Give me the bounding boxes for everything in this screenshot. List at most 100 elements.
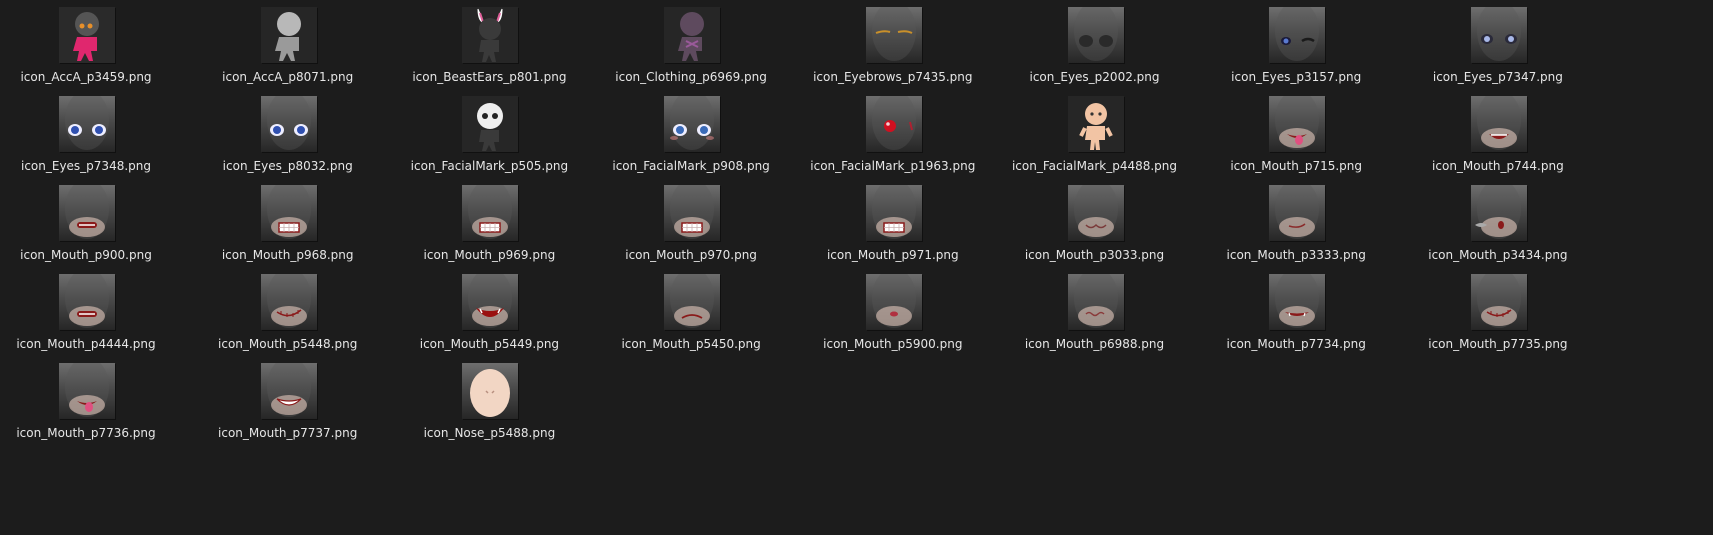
file-thumbnail[interactable] [260, 185, 317, 241]
file-item[interactable]: icon_Mouth_p970.png [593, 178, 789, 268]
file-name-label: icon_FacialMark_p505.png [410, 159, 569, 173]
file-name-label: icon_Mouth_p5448.png [218, 337, 358, 351]
file-item[interactable]: icon_AccA_p8071.png [190, 0, 386, 90]
file-item[interactable]: icon_FacialMark_p4488.png [997, 89, 1193, 179]
file-name-label: icon_Mouth_p5450.png [621, 337, 761, 351]
file-thumbnail[interactable] [59, 274, 115, 330]
file-thumbnail[interactable] [664, 274, 721, 330]
file-thumbnail[interactable] [1470, 96, 1527, 152]
file-item[interactable]: icon_Eyebrows_p7435.png [795, 0, 991, 90]
file-name-label: icon_Mouth_p969.png [423, 248, 556, 262]
file-item[interactable]: icon_Mouth_p968.png [190, 178, 386, 268]
file-name-label: icon_Mouth_p744.png [1432, 159, 1564, 173]
file-thumbnail[interactable] [1067, 274, 1124, 330]
file-name-label: icon_FacialMark_p1963.png [810, 159, 976, 173]
file-thumbnail[interactable] [260, 7, 317, 63]
file-thumbnail[interactable] [462, 7, 519, 63]
file-item[interactable]: icon_Nose_p5488.png [391, 356, 587, 446]
file-thumbnail[interactable] [462, 363, 519, 419]
file-thumbnail[interactable] [1470, 7, 1527, 63]
file-thumbnail[interactable] [865, 274, 922, 330]
file-item[interactable]: icon_FacialMark_p1963.png [795, 89, 991, 179]
file-thumbnail[interactable] [664, 7, 721, 63]
file-item[interactable]: icon_Mouth_p7736.png [0, 356, 184, 446]
file-thumbnail[interactable] [865, 7, 922, 63]
file-item[interactable]: icon_FacialMark_p908.png [593, 89, 789, 179]
file-name-label: icon_Nose_p5488.png [423, 426, 556, 440]
file-thumbnail[interactable] [1067, 185, 1124, 241]
file-item[interactable]: icon_Mouth_p971.png [795, 178, 991, 268]
file-thumbnail[interactable] [865, 185, 922, 241]
file-item[interactable]: icon_FacialMark_p505.png [391, 89, 587, 179]
file-thumbnail[interactable] [664, 185, 721, 241]
file-item[interactable]: icon_Mouth_p7735.png [1400, 267, 1596, 357]
file-name-label: icon_Mouth_p6988.png [1024, 337, 1165, 351]
file-thumbnail[interactable] [59, 185, 115, 241]
file-item[interactable]: icon_Eyes_p7348.png [0, 89, 184, 179]
file-thumbnail[interactable] [1067, 96, 1124, 152]
file-name-label: icon_Mouth_p715.png [1230, 159, 1363, 173]
file-thumbnail[interactable] [260, 363, 317, 419]
file-thumbnail[interactable] [1470, 274, 1527, 330]
file-name-label: icon_Clothing_p6969.png [615, 70, 767, 84]
file-name-label: icon_Eyes_p7347.png [1432, 70, 1563, 84]
file-item[interactable]: icon_BeastEars_p801.png [391, 0, 587, 90]
file-item[interactable]: icon_Mouth_p900.png [0, 178, 184, 268]
file-item[interactable]: icon_Mouth_p715.png [1198, 89, 1394, 179]
file-thumbnail[interactable] [865, 96, 922, 152]
file-grid: icon_AccA_p3459.png icon_AccA_p8071.png ic… [0, 0, 1713, 535]
file-item[interactable]: icon_Mouth_p3033.png [997, 178, 1193, 268]
file-thumbnail[interactable] [1269, 274, 1326, 330]
file-thumbnail[interactable] [1470, 185, 1527, 241]
file-name-label: icon_Mouth_p970.png [625, 248, 757, 262]
file-thumbnail[interactable] [59, 96, 115, 152]
file-item[interactable]: icon_Mouth_p7737.png [190, 356, 386, 446]
file-name-label: icon_Eyes_p3157.png [1231, 70, 1362, 84]
file-thumbnail[interactable] [1269, 7, 1326, 63]
file-name-label: icon_Eyes_p7348.png [20, 159, 151, 173]
file-item[interactable]: icon_Eyes_p2002.png [997, 0, 1193, 90]
file-name-label: icon_Mouth_p5900.png [823, 337, 963, 351]
file-name-label: icon_Mouth_p5449.png [419, 337, 560, 351]
file-thumbnail[interactable] [462, 96, 519, 152]
file-thumbnail[interactable] [1067, 7, 1124, 63]
file-item[interactable]: icon_Mouth_p6988.png [997, 267, 1193, 357]
file-name-label: icon_Mouth_p7737.png [218, 426, 358, 440]
file-item[interactable]: icon_Mouth_p5450.png [593, 267, 789, 357]
file-thumbnail[interactable] [1269, 96, 1326, 152]
file-name-label: icon_Eyebrows_p7435.png [813, 70, 973, 84]
file-thumbnail[interactable] [59, 363, 115, 419]
file-name-label: icon_Mouth_p4444.png [16, 337, 156, 351]
file-item[interactable]: icon_Mouth_p3434.png [1400, 178, 1596, 268]
file-item[interactable]: icon_Eyes_p8032.png [190, 89, 386, 179]
file-name-label: icon_Mouth_p7736.png [16, 426, 156, 440]
file-item[interactable]: icon_Eyes_p3157.png [1198, 0, 1394, 90]
file-item[interactable]: icon_Mouth_p3333.png [1198, 178, 1394, 268]
file-thumbnail[interactable] [59, 7, 115, 63]
file-name-label: icon_Mouth_p3333.png [1226, 248, 1366, 262]
file-item[interactable]: icon_Eyes_p7347.png [1400, 0, 1596, 90]
file-item[interactable]: icon_Mouth_p5449.png [391, 267, 587, 357]
file-thumbnail[interactable] [664, 96, 721, 152]
file-name-label: icon_Mouth_p968.png [221, 248, 354, 262]
file-name-label: icon_Mouth_p3434.png [1428, 248, 1568, 262]
file-name-label: icon_Eyes_p8032.png [222, 159, 353, 173]
file-thumbnail[interactable] [1269, 185, 1326, 241]
file-thumbnail[interactable] [462, 274, 519, 330]
file-item[interactable]: icon_Mouth_p5900.png [795, 267, 991, 357]
file-item[interactable]: icon_Mouth_p969.png [391, 178, 587, 268]
file-thumbnail[interactable] [462, 185, 519, 241]
file-name-label: icon_AccA_p8071.png [222, 70, 354, 84]
file-thumbnail[interactable] [260, 274, 317, 330]
file-name-label: icon_FacialMark_p908.png [612, 159, 770, 173]
file-item[interactable]: icon_Mouth_p4444.png [0, 267, 184, 357]
file-item[interactable]: icon_Mouth_p744.png [1400, 89, 1596, 179]
file-item[interactable]: icon_AccA_p3459.png [0, 0, 184, 90]
file-name-label: icon_AccA_p3459.png [20, 70, 152, 84]
file-name-label: icon_Mouth_p900.png [20, 248, 152, 262]
file-item[interactable]: icon_Clothing_p6969.png [593, 0, 789, 90]
file-item[interactable]: icon_Mouth_p7734.png [1198, 267, 1394, 357]
file-name-label: icon_Mouth_p3033.png [1024, 248, 1165, 262]
file-item[interactable]: icon_Mouth_p5448.png [190, 267, 386, 357]
file-thumbnail[interactable] [260, 96, 317, 152]
